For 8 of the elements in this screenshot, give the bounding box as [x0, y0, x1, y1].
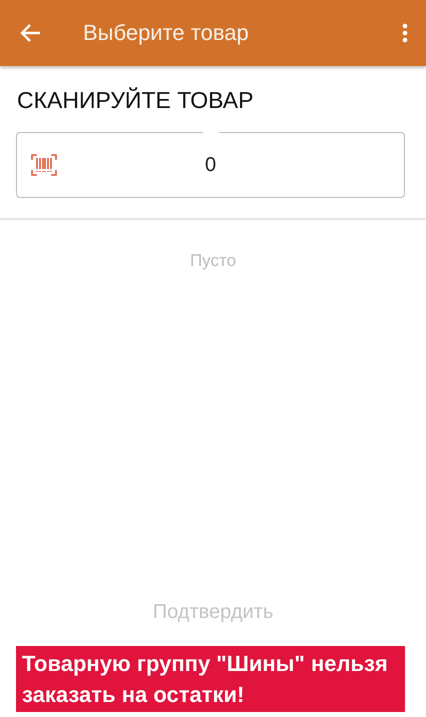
screen-title: Выберите товар: [83, 20, 250, 46]
error-banner: Товарную группу "Шины" нельзя заказать на остатки!: [16, 646, 405, 712]
more-options-icon[interactable]: [402, 23, 408, 43]
back-arrow-icon[interactable]: [20, 22, 42, 44]
barcode-icon: [31, 154, 57, 176]
empty-list-text: Пусто: [190, 251, 236, 271]
scan-heading: СКАНИРУЙТЕ ТОВАР: [17, 87, 254, 114]
scan-field[interactable]: 0: [16, 132, 405, 198]
